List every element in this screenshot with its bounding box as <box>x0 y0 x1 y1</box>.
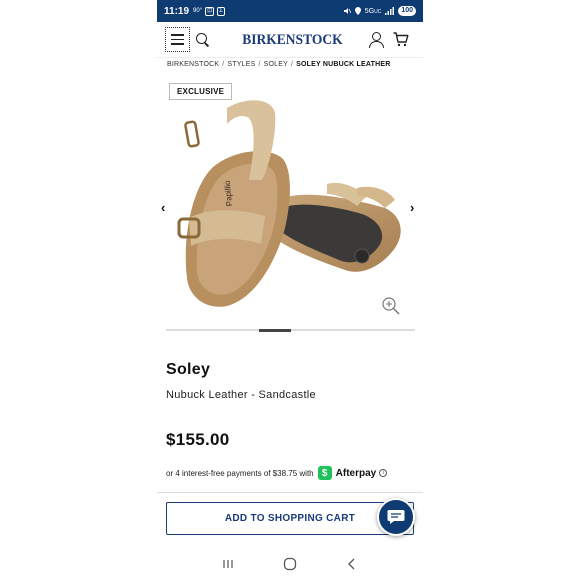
battery-badge: 100 <box>398 6 416 16</box>
cart-icon[interactable] <box>393 32 409 47</box>
zoom-in-icon[interactable] <box>382 297 400 315</box>
home-icon[interactable] <box>283 557 297 571</box>
account-icon[interactable] <box>369 32 384 48</box>
afterpay-text: or 4 interest-free payments of $38.75 wi… <box>166 468 314 478</box>
info-icon[interactable]: i <box>379 469 388 477</box>
brand-logo: BIRKENSTOCK <box>242 32 343 48</box>
phone-screen: 11:19 90° ⊡ Σ 5GUC 100 BIRKENSTOCK BIRKE… <box>157 0 423 580</box>
status-bar: 11:19 90° ⊡ Σ 5GUC 100 <box>157 0 423 22</box>
status-right: 5GUC 100 <box>343 6 416 16</box>
status-left-icons: 90° ⊡ Σ <box>193 6 225 16</box>
status-sigma-icon: Σ <box>217 6 225 16</box>
breadcrumb-current: SOLEY NUBUCK LEATHER <box>296 61 391 68</box>
breadcrumb: BIRKENSTOCK / STYLES / SOLEY / SOLEY NUBUCK LE… <box>167 61 391 68</box>
menu-icon[interactable] <box>165 27 190 52</box>
brand-logo-link[interactable]: BIRKENSTOCK <box>237 32 343 50</box>
signal-icon <box>385 7 395 15</box>
afterpay-mark-icon: $ <box>317 466 332 480</box>
product-gallery[interactable]: Papillio EXCLUSIVE ‹ › <box>157 83 423 323</box>
search-icon[interactable] <box>196 32 210 47</box>
exclusive-badge: EXCLUSIVE <box>169 83 233 100</box>
breadcrumb-item-soley[interactable]: SOLEY <box>264 61 288 68</box>
back-icon[interactable] <box>345 557 359 571</box>
chat-icon[interactable] <box>377 498 415 536</box>
network-label: 5GUC <box>364 7 382 15</box>
afterpay-brand: Afterpay <box>335 467 377 479</box>
gallery-next-arrow[interactable]: › <box>410 200 414 215</box>
system-nav-bar <box>157 548 423 580</box>
product-subtitle: Nubuck Leather - Sandcastle <box>166 389 316 401</box>
mute-icon <box>343 8 351 14</box>
status-screen-icon: ⊡ <box>205 6 215 16</box>
site-header: BIRKENSTOCK <box>157 22 423 58</box>
afterpay-message: or 4 interest-free payments of $38.75 wi… <box>166 466 388 480</box>
product-title: Soley <box>166 361 211 378</box>
product-image: Papillio <box>177 100 401 307</box>
carousel-progress-indicator <box>259 328 291 332</box>
status-temp: 90° <box>193 8 203 14</box>
location-icon <box>354 7 361 15</box>
breadcrumb-item-home[interactable]: BIRKENSTOCK <box>167 61 219 68</box>
recent-apps-icon[interactable] <box>221 557 235 571</box>
carousel-progress <box>166 328 415 332</box>
product-price: $155.00 <box>166 430 230 449</box>
afterpay-logo: $ Afterpay <box>317 466 377 480</box>
breadcrumb-item-styles[interactable]: STYLES <box>227 61 255 68</box>
status-time: 11:19 <box>164 5 190 17</box>
gallery-prev-arrow[interactable]: ‹ <box>161 200 165 215</box>
